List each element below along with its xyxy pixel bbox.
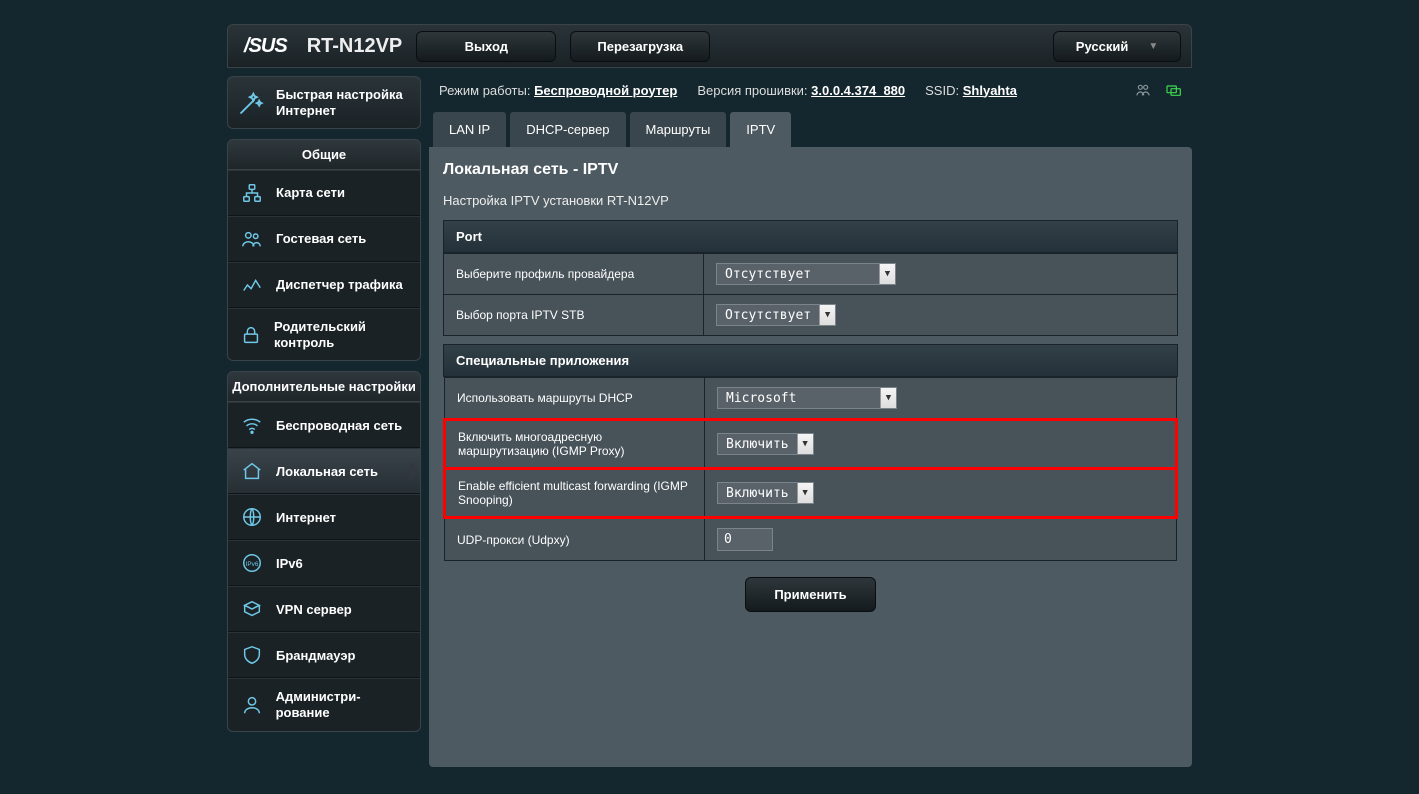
chevron-down-icon: ▼ [1148, 41, 1158, 52]
sidebar-item-label: Беспроводная сеть [276, 418, 402, 434]
sidebar-item-lan[interactable]: Локальная сеть [228, 448, 420, 494]
igmp-snoop-select[interactable]: Включить ▼ [717, 482, 814, 504]
stb-select[interactable]: Отсутствует ▼ [716, 304, 836, 326]
reboot-button[interactable]: Перезагрузка [570, 31, 710, 62]
network-map-icon [240, 181, 264, 205]
page-title: Локальная сеть - IPTV [443, 161, 1178, 179]
language-label: Русский [1076, 39, 1129, 54]
menu-advanced: Дополнительные настройки Беспроводная се… [227, 371, 421, 731]
sidebar-item-guest-network[interactable]: Гостевая сеть [228, 216, 420, 262]
sidebar-item-label: Карта сети [276, 185, 345, 201]
guests-icon [240, 227, 264, 251]
sidebar-item-label: VPN сервер [276, 602, 352, 618]
topbar: /SUS RT-N12VP Выход Перезагрузка Русский… [227, 24, 1192, 68]
sidebar-item-vpn[interactable]: VPN сервер [228, 586, 420, 632]
status-bar: Режим работы: Беспроводной роутер Версия… [429, 76, 1192, 112]
sidebar-item-wireless[interactable]: Беспроводная сеть [228, 402, 420, 448]
profile-label: Выберите профиль провайдера [444, 254, 704, 295]
row-provider-profile: Выберите профиль провайдера Отсутствует … [444, 254, 1178, 295]
sidebar-item-label: Интернет [276, 510, 336, 526]
sidebar-item-ipv6[interactable]: IPv6 IPv6 [228, 540, 420, 586]
status-icon[interactable] [1164, 82, 1182, 98]
stb-label: Выбор порта IPTV STB [444, 295, 704, 336]
special-table: Использовать маршруты DHCP Microsoft ▼ В… [443, 377, 1178, 561]
model-name: RT-N12VP [307, 35, 403, 58]
sidebar-item-wan[interactable]: Интернет [228, 494, 420, 540]
ssid-label: SSID: [925, 83, 959, 98]
mode-value[interactable]: Беспроводной роутер [534, 83, 677, 98]
menu-advanced-title: Дополнительные настройки [228, 372, 420, 402]
logout-button[interactable]: Выход [416, 31, 556, 62]
lock-icon [240, 323, 262, 347]
svg-text:IPv6: IPv6 [246, 561, 259, 568]
ipv6-icon: IPv6 [240, 551, 264, 575]
quick-setup-label: Быстрая настройка Интернет [276, 87, 403, 118]
tab-dhcp[interactable]: DHCP-сервер [510, 112, 625, 147]
sidebar-item-label: Гостевая сеть [276, 231, 366, 247]
chevron-down-icon: ▼ [797, 434, 813, 454]
sidebar-item-label: Администри­рование [276, 689, 408, 720]
tabs: LAN IP DHCP-сервер Маршруты IPTV [429, 112, 1192, 147]
content: Режим работы: Беспроводной роутер Версия… [429, 76, 1192, 767]
tab-iptv[interactable]: IPTV [730, 112, 791, 147]
udpxy-label: UDP-прокси (Udpxy) [445, 518, 705, 561]
tab-lan-ip[interactable]: LAN IP [433, 112, 506, 147]
sidebar-item-label: Родительский контроль [274, 319, 408, 350]
dhcp-routes-select[interactable]: Microsoft ▼ [717, 387, 897, 409]
clients-icon[interactable] [1134, 82, 1152, 98]
igmp-proxy-select[interactable]: Включить ▼ [717, 433, 814, 455]
port-table: Выберите профиль провайдера Отсутствует … [443, 253, 1178, 336]
logo: /SUS [238, 35, 293, 58]
wifi-icon [240, 413, 264, 437]
apply-button[interactable]: Применить [745, 577, 875, 612]
sidebar-item-admin[interactable]: Администри­рование [228, 678, 420, 730]
sidebar-item-parental[interactable]: Родительский контроль [228, 308, 420, 360]
menu-general: Общие Карта сети Гостевая сеть [227, 139, 421, 361]
menu-general-title: Общие [228, 140, 420, 170]
traffic-icon [240, 273, 264, 297]
vpn-icon [240, 597, 264, 621]
chevron-down-icon: ▼ [819, 305, 835, 325]
chevron-down-icon: ▼ [880, 388, 896, 408]
igmp-snoop-label: Enable efficient multicast forwarding (I… [445, 469, 705, 518]
admin-icon [240, 693, 264, 717]
home-icon [240, 459, 264, 483]
section-port: Port [443, 220, 1178, 253]
udpxy-input[interactable] [717, 528, 773, 551]
row-stb-port: Выбор порта IPTV STB Отсутствует ▼ [444, 295, 1178, 336]
fw-value[interactable]: 3.0.0.4.374_880 [811, 83, 905, 98]
row-igmp-proxy: Включить многоадресную маршрутизацию (IG… [445, 420, 1177, 469]
tab-routes[interactable]: Маршруты [630, 112, 727, 147]
sidebar-item-label: Брандмауэр [276, 648, 355, 664]
settings-panel: Локальная сеть - IPTV Настройка IPTV уст… [429, 147, 1192, 767]
mode-label: Режим работы: [439, 83, 530, 98]
sidebar: Быстрая настройка Интернет Общие Карта с… [227, 76, 421, 767]
chevron-down-icon: ▼ [879, 264, 895, 284]
fw-label: Версия прошивки: [697, 83, 807, 98]
sidebar-item-label: Диспетчер трафика [276, 277, 403, 293]
row-dhcp-routes: Использовать маршруты DHCP Microsoft ▼ [445, 378, 1177, 420]
sidebar-item-firewall[interactable]: Брандмауэр [228, 632, 420, 678]
page-desc: Настройка IPTV установки RT-N12VP [443, 193, 1178, 208]
ssid-value[interactable]: Shlyahta [963, 83, 1017, 98]
row-udpxy: UDP-прокси (Udpxy) [445, 518, 1177, 561]
row-igmp-snooping: Enable efficient multicast forwarding (I… [445, 469, 1177, 518]
quick-setup-button[interactable]: Быстрая настройка Интернет [227, 76, 421, 129]
sidebar-item-label: IPv6 [276, 556, 303, 572]
profile-select[interactable]: Отсутствует ▼ [716, 263, 896, 285]
igmp-proxy-label: Включить многоадресную маршрутизацию (IG… [445, 420, 705, 469]
globe-icon [240, 505, 264, 529]
shield-icon [240, 643, 264, 667]
sidebar-item-label: Локальная сеть [276, 464, 378, 480]
section-special: Специальные приложения [443, 344, 1178, 377]
wand-icon [236, 88, 266, 118]
dhcp-routes-label: Использовать маршруты DHCP [445, 378, 705, 420]
chevron-down-icon: ▼ [797, 483, 813, 503]
sidebar-item-traffic-manager[interactable]: Диспетчер трафика [228, 262, 420, 308]
sidebar-item-network-map[interactable]: Карта сети [228, 170, 420, 216]
language-selector[interactable]: Русский ▼ [1053, 31, 1181, 62]
